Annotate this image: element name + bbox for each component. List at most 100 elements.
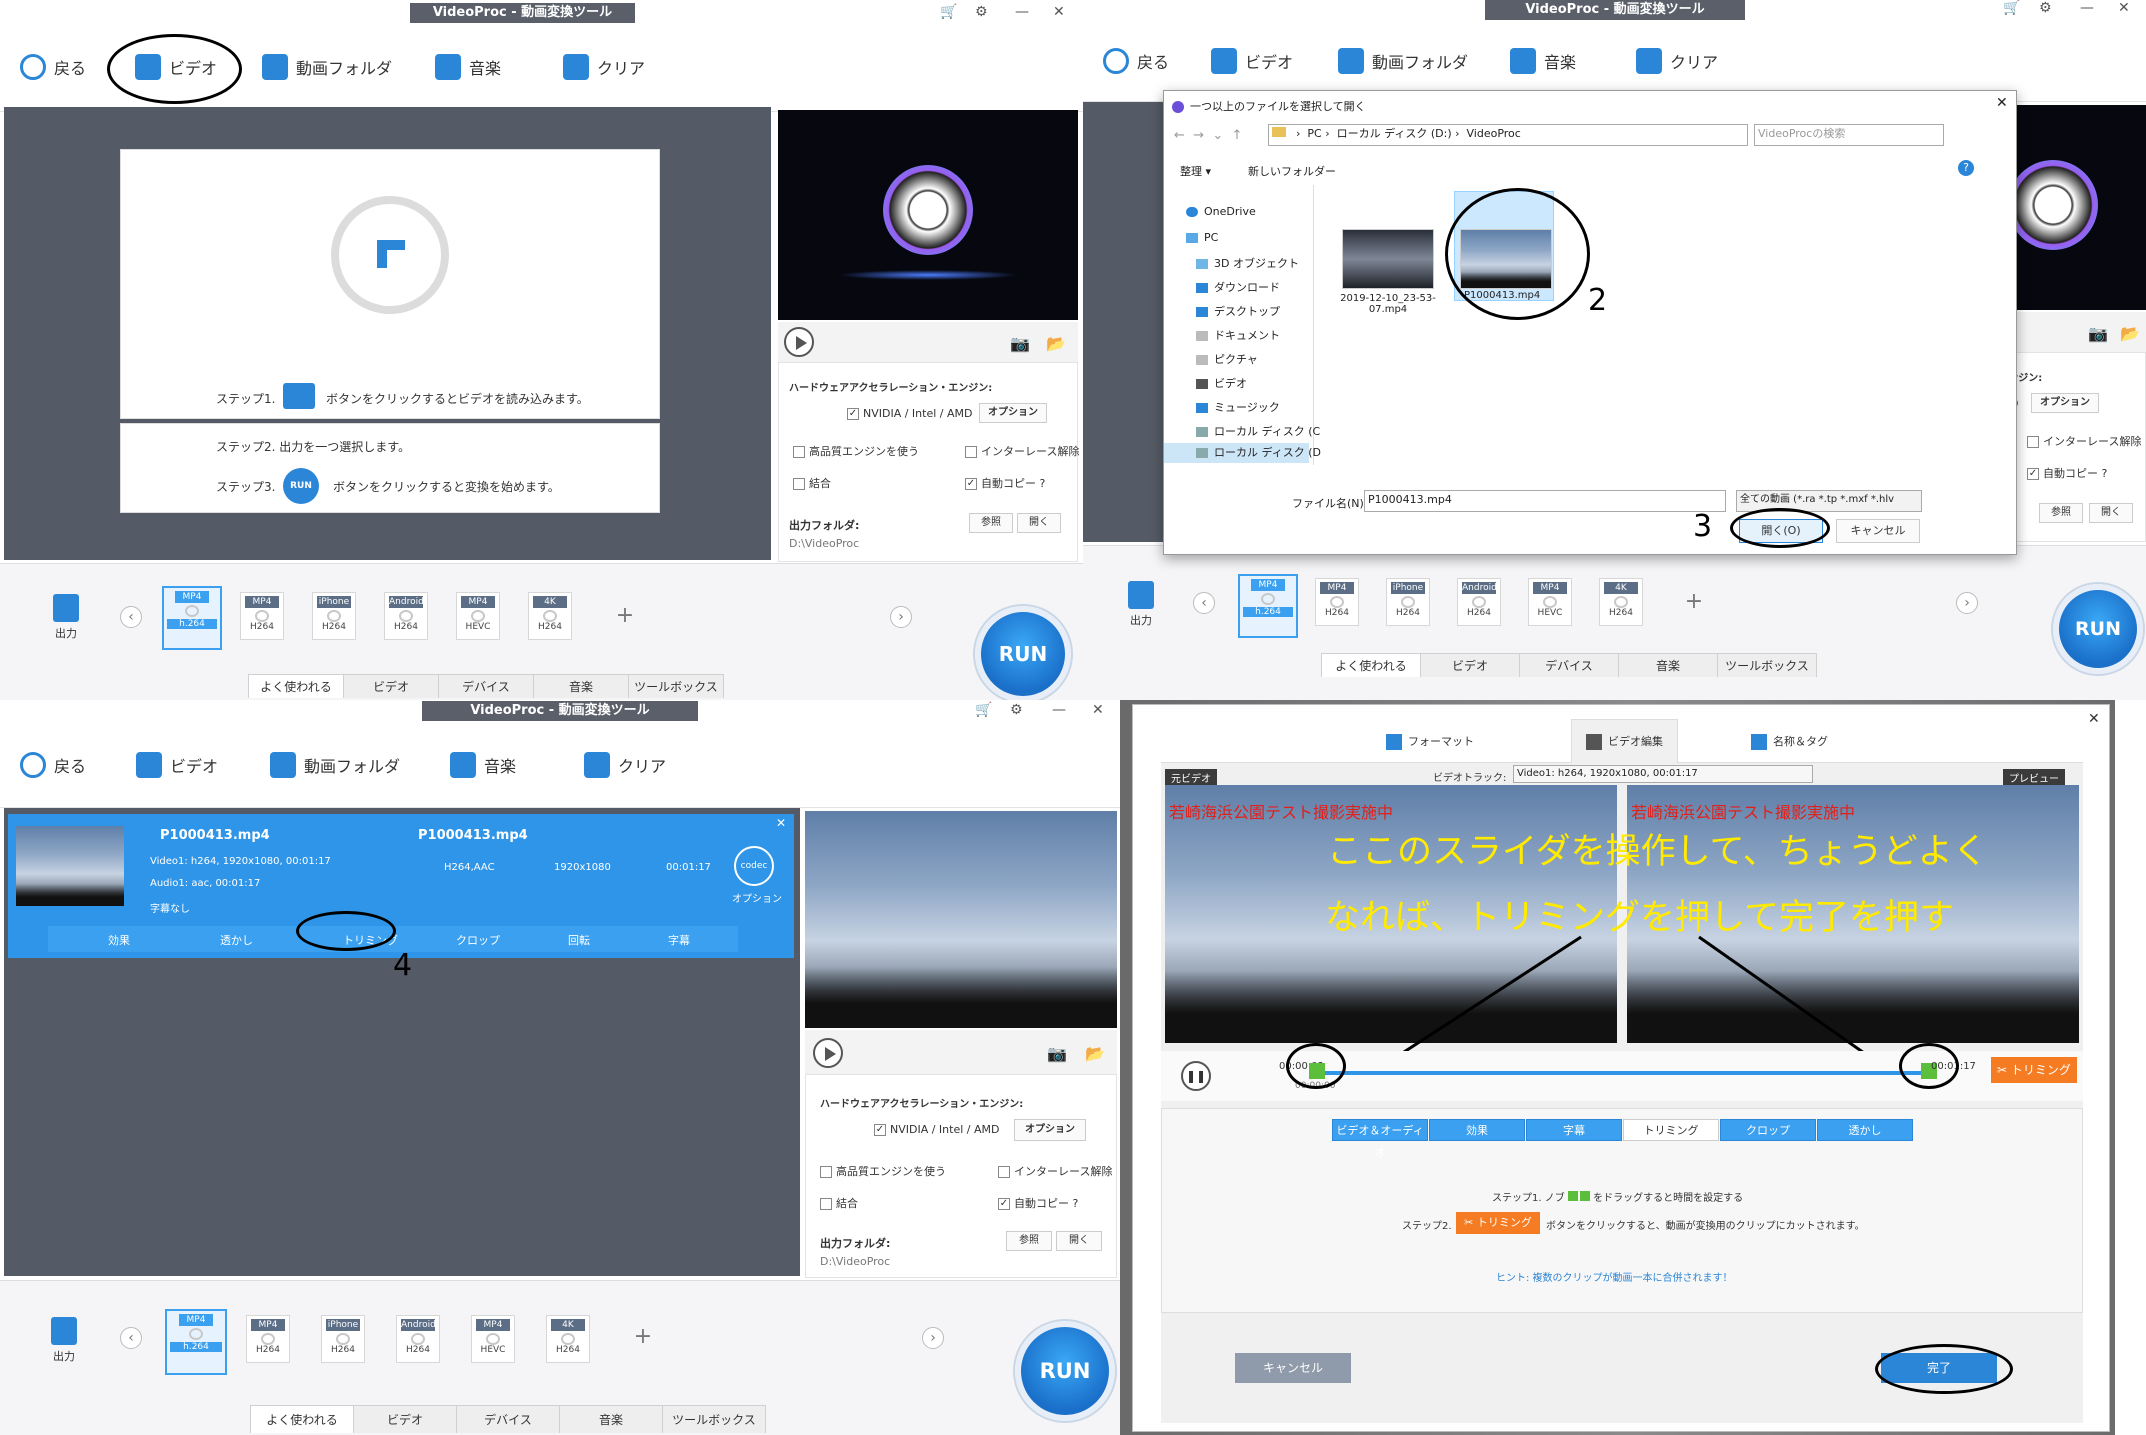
camera-icon[interactable]: 📷 (2088, 324, 2108, 343)
effect-button[interactable]: 効果 (108, 932, 130, 948)
option-button[interactable]: オプション (1014, 1119, 1086, 1141)
option-button[interactable]: オプション (2031, 393, 2099, 413)
nvidia-checkbox[interactable]: ✓ NVIDIA / Intel / AMD (874, 1123, 999, 1136)
subtab-watermark[interactable]: 透かし (1817, 1119, 1913, 1141)
trim-slider-track[interactable] (1321, 1071, 1921, 1075)
file-thumbnail-1[interactable] (1342, 229, 1434, 289)
breadcrumb-drive[interactable]: ローカル ディスク (D:) (1337, 127, 1452, 140)
format-4k[interactable]: 4K H264 (528, 592, 572, 640)
format-mp4-h264[interactable]: MP4 H264 (246, 1315, 290, 1363)
search-box[interactable]: VideoProcの検索 (1754, 124, 1944, 146)
high-quality-checkbox[interactable]: 高品質エンジンを使う (793, 443, 919, 459)
scroll-right-button[interactable]: › (922, 1327, 944, 1349)
tab-music[interactable]: 音楽 (533, 674, 629, 698)
video-folder-button[interactable]: 動画フォルダ (262, 54, 392, 80)
crop-button[interactable]: クロップ (456, 932, 500, 948)
clip-close-icon[interactable]: ✕ (776, 816, 786, 830)
option-button[interactable]: オプション (979, 403, 1047, 423)
subtab-crop[interactable]: クロップ (1720, 1119, 1816, 1141)
file-name-1[interactable]: 2019-12-10_23-53-07.mp4 (1336, 293, 1440, 315)
close-icon[interactable]: ✕ (1092, 700, 1104, 720)
camera-icon[interactable]: 📷 (1047, 1044, 1067, 1063)
scroll-left-button[interactable]: ‹ (120, 1327, 142, 1349)
subtab-video-audio[interactable]: ビデオ＆オーディオ (1332, 1119, 1428, 1159)
dialog-cancel-button[interactable]: キャンセル (1836, 519, 1920, 543)
format-android[interactable]: Android H264 (396, 1315, 440, 1363)
music-button[interactable]: 音楽 (450, 752, 516, 778)
tab-name-tag[interactable]: 名称＆タグ (1751, 733, 1828, 750)
tab-toolbox[interactable]: ツールボックス (662, 1405, 766, 1433)
tab-device[interactable]: デバイス (1519, 653, 1619, 677)
add-format-button[interactable]: + (1683, 591, 1705, 614)
tree-pictures[interactable]: ピクチャ (1196, 351, 1258, 367)
run-button[interactable]: RUN (975, 606, 1071, 700)
output-button[interactable]: 出力 (46, 594, 86, 641)
dialog-close-icon[interactable]: ✕ (1996, 95, 2008, 111)
browse-button[interactable]: 参照 (969, 513, 1013, 533)
format-android[interactable]: Android H264 (1457, 578, 1501, 626)
format-4k[interactable]: 4K H264 (546, 1315, 590, 1363)
tab-device[interactable]: デバイス (456, 1405, 560, 1433)
tab-device[interactable]: デバイス (438, 674, 534, 698)
codec-option-button[interactable]: codec (734, 846, 774, 886)
play-button[interactable] (813, 1038, 843, 1068)
subtitle-button[interactable]: 字幕 (668, 932, 690, 948)
subtab-effect[interactable]: 効果 (1429, 1119, 1525, 1141)
tree-videos[interactable]: ビデオ (1196, 375, 1247, 391)
browse-button[interactable]: 参照 (2039, 503, 2083, 523)
tab-toolbox[interactable]: ツールボックス (628, 674, 724, 698)
video-button[interactable]: ビデオ (1211, 48, 1293, 74)
tab-toolbox[interactable]: ツールボックス (1717, 653, 1817, 677)
high-quality-checkbox[interactable]: 高品質エンジンを使う (820, 1163, 946, 1179)
browse-button[interactable]: 参照 (1006, 1231, 1052, 1251)
add-format-button[interactable]: + (614, 605, 636, 628)
nvidia-checkbox[interactable]: ✓ NVIDIA / Intel / AMD (847, 407, 972, 420)
tab-popular[interactable]: よく使われる (248, 674, 344, 698)
organize-menu[interactable]: 整理 ▾ (1180, 163, 1211, 179)
folder-icon[interactable]: 📂 (2120, 324, 2140, 343)
format-mp4-h264-selected[interactable]: MP4 h.264 (165, 1309, 227, 1375)
close-icon[interactable]: ✕ (2118, 0, 2130, 18)
tab-video[interactable]: ビデオ (343, 674, 439, 698)
tree-downloads[interactable]: ダウンロード (1196, 279, 1280, 295)
back-button[interactable]: 戻る (20, 54, 86, 80)
tab-popular[interactable]: よく使われる (1321, 653, 1421, 677)
cart-icon[interactable]: 🛒 (940, 2, 957, 22)
format-iphone[interactable]: iPhone H264 (321, 1315, 365, 1363)
open-button[interactable]: 開く (2089, 503, 2133, 523)
output-button[interactable]: 出力 (1121, 581, 1161, 628)
output-button[interactable]: 出力 (44, 1317, 84, 1364)
open-button[interactable]: 開く (1017, 513, 1061, 533)
drop-ring[interactable] (331, 196, 449, 314)
auto-copy-checkbox[interactable]: ✓ 自動コピー ? (965, 475, 1045, 491)
music-button[interactable]: 音楽 (1510, 48, 1576, 74)
new-folder-button[interactable]: 新しいフォルダー (1248, 163, 1336, 179)
tab-format[interactable]: フォーマット (1386, 733, 1474, 750)
deinterlace-checkbox[interactable]: インターレース解除 (965, 443, 1079, 459)
pause-button[interactable]: ❚❚ (1181, 1061, 1211, 1091)
back-button[interactable]: 戻る (20, 752, 86, 778)
clear-button[interactable]: クリア (563, 54, 645, 80)
subtab-trim[interactable]: トリミング (1623, 1119, 1719, 1141)
open-button[interactable]: 開く (1056, 1231, 1102, 1251)
add-format-button[interactable]: + (632, 1326, 654, 1349)
minimize-icon[interactable]: — (1015, 2, 1029, 22)
format-4k[interactable]: 4K H264 (1599, 578, 1643, 626)
tab-music[interactable]: 音楽 (1618, 653, 1718, 677)
cart-icon[interactable]: 🛒 (975, 700, 992, 720)
minimize-icon[interactable]: — (2080, 0, 2094, 18)
breadcrumb-folder[interactable]: VideoProc (1467, 127, 1521, 140)
run-button[interactable]: RUN (1015, 1321, 1115, 1421)
music-button[interactable]: 音楽 (435, 54, 501, 80)
deinterlace-checkbox[interactable]: インターレース解除 (2027, 433, 2141, 449)
video-button[interactable]: ビデオ (136, 752, 218, 778)
folder-icon[interactable]: 📂 (1046, 334, 1066, 353)
breadcrumb-pc[interactable]: PC (1307, 127, 1321, 140)
tree-music[interactable]: ミュージック (1196, 399, 1280, 415)
tree-documents[interactable]: ドキュメント (1196, 327, 1280, 343)
tab-video-edit[interactable]: ビデオ編集 (1571, 719, 1678, 763)
gear-icon[interactable]: ⚙ (1010, 700, 1023, 720)
tree-pc[interactable]: PC (1186, 231, 1218, 244)
format-iphone[interactable]: iPhone H264 (312, 592, 356, 640)
clear-button[interactable]: クリア (1636, 48, 1718, 74)
